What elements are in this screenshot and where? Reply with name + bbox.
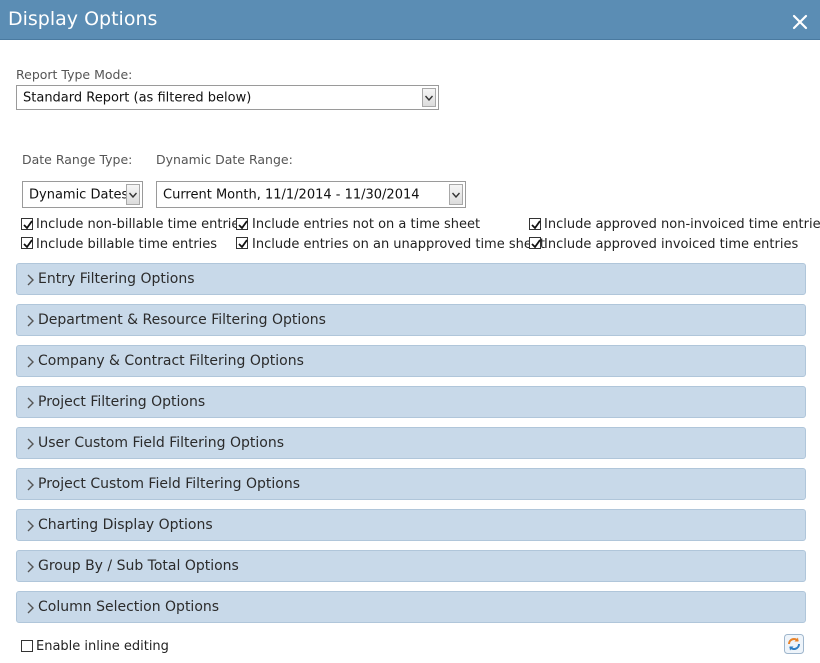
- billable-label: Include billable time entries: [36, 237, 218, 252]
- chevron-down-icon[interactable]: [126, 184, 140, 205]
- dynamic-date-range-label: Dynamic Date Range:: [156, 152, 293, 167]
- approved-non-invoiced-label: Include approved non-invoiced time entri…: [544, 217, 820, 232]
- chevron-right-icon: [27, 356, 34, 368]
- section-charting-display[interactable]: Charting Display Options: [16, 509, 806, 541]
- dialog-titlebar: Display Options: [0, 0, 820, 40]
- chevron-right-icon: [27, 274, 34, 286]
- dynamic-date-range-value: Current Month, 11/1/2014 - 11/30/2014: [163, 187, 420, 202]
- display-options-dialog: Display Options Report Type Mode: Standa…: [0, 0, 820, 663]
- chevron-down-icon[interactable]: [422, 88, 436, 107]
- section-label: User Custom Field Filtering Options: [38, 435, 284, 451]
- section-project-filtering[interactable]: Project Filtering Options: [16, 386, 806, 418]
- unapproved-timesheet-label: Include entries on an unapproved time sh…: [252, 237, 545, 252]
- section-label: Company & Contract Filtering Options: [38, 353, 304, 369]
- section-entry-filtering[interactable]: Entry Filtering Options: [16, 263, 806, 295]
- section-group-by-subtotal[interactable]: Group By / Sub Total Options: [16, 550, 806, 582]
- chevron-right-icon: [27, 315, 34, 327]
- report-type-label: Report Type Mode:: [16, 67, 133, 82]
- date-range-type-label: Date Range Type:: [22, 152, 133, 167]
- section-column-selection[interactable]: Column Selection Options: [16, 591, 806, 623]
- approved-non-invoiced-checkbox[interactable]: [529, 218, 541, 230]
- date-range-type-select[interactable]: Dynamic Dates: [22, 181, 143, 208]
- report-type-select[interactable]: Standard Report (as filtered below): [16, 85, 439, 110]
- section-label: Project Filtering Options: [38, 394, 206, 410]
- approved-invoiced-label: Include approved invoiced time entries: [544, 237, 799, 252]
- not-on-timesheet-label: Include entries not on a time sheet: [252, 217, 481, 232]
- refresh-icon[interactable]: [784, 634, 804, 654]
- unapproved-timesheet-checkbox[interactable]: [236, 237, 248, 249]
- date-range-type-value: Dynamic Dates: [29, 187, 129, 202]
- chevron-right-icon: [27, 561, 34, 573]
- section-label: Department & Resource Filtering Options: [38, 312, 326, 328]
- section-label: Entry Filtering Options: [38, 271, 195, 287]
- close-icon[interactable]: [790, 12, 810, 32]
- section-project-custom-field-filtering[interactable]: Project Custom Field Filtering Options: [16, 468, 806, 500]
- section-label: Charting Display Options: [38, 517, 213, 533]
- chevron-right-icon: [27, 479, 34, 491]
- not-on-timesheet-checkbox[interactable]: [236, 218, 248, 230]
- report-type-value: Standard Report (as filtered below): [23, 90, 252, 105]
- dynamic-date-range-select[interactable]: Current Month, 11/1/2014 - 11/30/2014: [156, 181, 466, 208]
- section-label: Group By / Sub Total Options: [38, 558, 239, 574]
- dialog-title: Display Options: [8, 8, 158, 30]
- section-label: Column Selection Options: [38, 599, 220, 615]
- chevron-right-icon: [27, 602, 34, 614]
- section-department-resource-filtering[interactable]: Department & Resource Filtering Options: [16, 304, 806, 336]
- approved-invoiced-checkbox[interactable]: [529, 237, 541, 249]
- non-billable-label: Include non-billable time entries: [36, 217, 247, 232]
- chevron-down-icon[interactable]: [449, 184, 463, 205]
- chevron-right-icon: [27, 438, 34, 450]
- section-label: Project Custom Field Filtering Options: [38, 476, 300, 492]
- inline-editing-checkbox[interactable]: [21, 640, 33, 652]
- chevron-right-icon: [27, 397, 34, 409]
- billable-checkbox[interactable]: [21, 237, 33, 249]
- non-billable-checkbox[interactable]: [21, 218, 33, 230]
- chevron-right-icon: [27, 520, 34, 532]
- section-company-contract-filtering[interactable]: Company & Contract Filtering Options: [16, 345, 806, 377]
- inline-editing-label: Enable inline editing: [36, 639, 169, 654]
- section-user-custom-field-filtering[interactable]: User Custom Field Filtering Options: [16, 427, 806, 459]
